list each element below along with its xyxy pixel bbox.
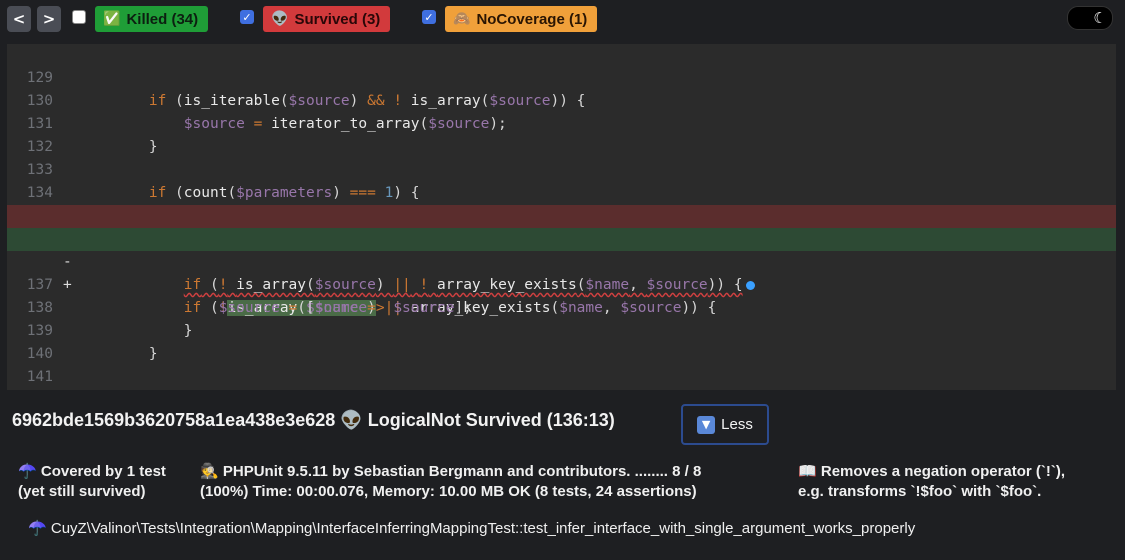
- code-line: 137 $source = [$name => $source];: [7, 251, 1116, 316]
- alien-icon: 👽: [271, 11, 289, 27]
- code-line: 139 }: [7, 297, 1116, 362]
- code-line: 140: [7, 320, 1116, 362]
- nocoverage-badge[interactable]: 🙈 NoCoverage (1): [445, 6, 598, 32]
- toolbar: < > ✅ Killed (34) ✓ 👽 Survived (3) ✓ 🙈 N…: [0, 0, 1125, 40]
- line-number: 142: [7, 389, 53, 390]
- code-line: 138 }: [7, 274, 1116, 339]
- nocoverage-label: NoCoverage (1): [476, 10, 588, 28]
- collapse-down-icon: ▼: [697, 415, 716, 434]
- nocoverage-filter-checkbox[interactable]: ✓: [422, 10, 436, 24]
- killed-filter-checkbox[interactable]: [72, 10, 86, 24]
- code-line: 135: [7, 182, 1116, 224]
- code-line: 142 throw new InvalidSourceForInterface(…: [7, 366, 1116, 389]
- detective-icon: 🕵️: [200, 462, 219, 480]
- test-name: CuyZ\Valinor\Tests\Integration\Mapping\I…: [50, 520, 916, 537]
- killed-badge[interactable]: ✅ Killed (34): [95, 6, 209, 32]
- code-line: 133 if (count($parameters) === 1) {: [7, 136, 1116, 201]
- deleted-code-line: 136 - if (! is_array($source) || ! array…: [7, 205, 1116, 293]
- killed-label: Killed (34): [126, 10, 199, 28]
- coverage-info: ☂️ Covered by 1 test (yet still survived…: [18, 461, 166, 502]
- check-icon: ✅: [103, 11, 121, 27]
- mutant-title: 6962bde1569b3620758a1ea438e3e628 👽 Logic…: [12, 410, 615, 430]
- code-text: if (! is_array($source)) {: [79, 389, 376, 390]
- description-line-2: e.g. transforms `!$foo` with `$foo`.: [798, 483, 1042, 500]
- survived-label: Survived (3): [294, 10, 381, 28]
- code-view: 129 if (is_iterable($source) && ! is_arr…: [7, 44, 1116, 390]
- umbrella-icon: ☂️: [18, 462, 37, 480]
- moon-icon: ☾: [1090, 8, 1110, 28]
- phpunit-output: 🕵️ PHPUnit 9.5.11 by Sebastian Bergmann …: [200, 461, 701, 502]
- coverage-text: Covered by 1 test: [40, 463, 166, 480]
- code-line: 129 if (is_iterable($source) && ! is_arr…: [7, 44, 1116, 109]
- next-mutant-button[interactable]: >: [37, 6, 61, 32]
- coverage-subtext: (yet still survived): [18, 483, 146, 500]
- theme-toggle[interactable]: ☾: [1067, 6, 1113, 30]
- less-label: Less: [721, 416, 753, 433]
- phpunit-line-1: PHPUnit 9.5.11 by Sebastian Bergmann and…: [222, 463, 702, 480]
- code-line: 134 $name = $parameters->at(0)->name();: [7, 159, 1116, 224]
- previous-mutant-button[interactable]: <: [7, 6, 31, 32]
- survived-badge[interactable]: 👽 Survived (3): [263, 6, 391, 32]
- less-button[interactable]: ▼ Less: [681, 404, 769, 445]
- see-no-evil-monkey-icon: 🙈: [453, 11, 471, 27]
- phpunit-line-2: (100%) Time: 00:00.076, Memory: 10.00 MB…: [200, 483, 697, 500]
- mutator-description: 📖 Removes a negation operator (`!`), e.g…: [798, 461, 1065, 502]
- code-line: 132: [7, 113, 1116, 155]
- code-line: 130 $source = iterator_to_array($source)…: [7, 67, 1116, 132]
- code-line: 131 }: [7, 90, 1116, 155]
- description-line-1: Removes a negation operator (`!`),: [820, 463, 1066, 480]
- added-code-line: + if (!is_array($source) || array_key_ex…: [7, 228, 1116, 316]
- book-icon: 📖: [798, 462, 817, 480]
- test-case: ☂️ CuyZ\Valinor\Tests\Integration\Mappin…: [28, 518, 915, 539]
- code-line: 141 if (! is_array($source)) {: [7, 343, 1116, 385]
- umbrella-icon: ☂️: [28, 519, 47, 537]
- survived-filter-checkbox[interactable]: ✓: [240, 10, 254, 24]
